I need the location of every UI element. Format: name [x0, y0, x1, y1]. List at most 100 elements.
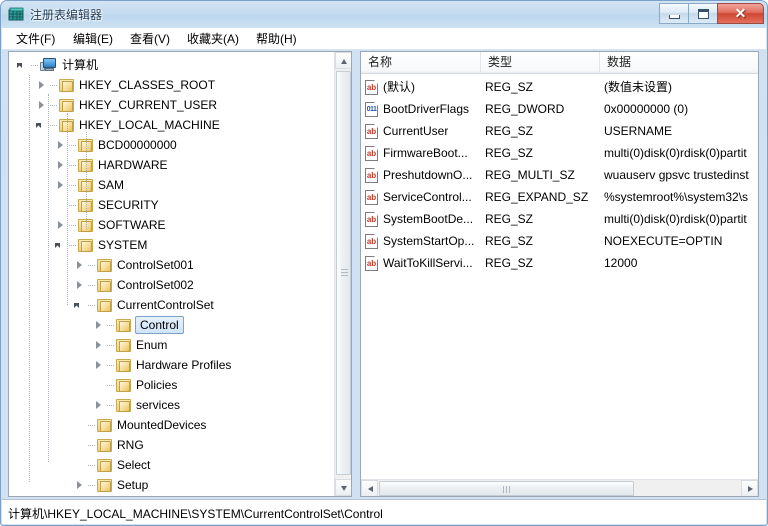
content-area: 计算机HKEY_CLASSES_ROOTHKEY_CURRENT_USERHKE… — [2, 50, 766, 499]
expand-arrow-icon[interactable] — [55, 180, 66, 191]
tree-item-controlset002[interactable]: ControlSet002 — [74, 275, 198, 295]
tree-item-label: SAM — [98, 175, 128, 195]
list-scroll-left-button[interactable] — [361, 480, 378, 497]
maximize-button[interactable] — [688, 3, 717, 24]
expand-arrow-icon[interactable] — [93, 340, 104, 351]
table-row[interactable]: abCurrentUserREG_SZUSERNAME — [361, 120, 758, 142]
table-row[interactable]: abPreshutdownO...REG_MULTI_SZwuauserv gp… — [361, 164, 758, 186]
table-row[interactable]: 011BootDriverFlagsREG_DWORD0x00000000 (0… — [361, 98, 758, 120]
tree-connector — [107, 325, 114, 326]
expand-arrow-icon[interactable] — [93, 320, 104, 331]
list-horizontal-scrollbar[interactable] — [361, 479, 758, 496]
list-header-row: 名称 类型 数据 — [361, 52, 758, 74]
tree-item-hardware[interactable]: HARDWARE — [55, 155, 172, 175]
tree-connector — [69, 185, 76, 186]
table-row[interactable]: abWaitToKillServi...REG_SZ12000 — [361, 252, 758, 274]
expand-arrow-icon[interactable] — [55, 220, 66, 231]
expand-arrow-icon[interactable] — [93, 400, 104, 411]
folder-icon — [97, 259, 112, 272]
expand-arrow-icon[interactable] — [55, 140, 66, 151]
computer-icon — [40, 58, 57, 72]
expand-arrow-icon[interactable] — [55, 160, 66, 171]
tree-item-label: ControlSet001 — [117, 255, 198, 275]
collapse-arrow-icon[interactable] — [36, 120, 47, 131]
tree-item-rng[interactable]: RNG — [74, 435, 148, 455]
table-row[interactable]: abFirmwareBoot...REG_SZmulti(0)disk(0)rd… — [361, 142, 758, 164]
folder-icon — [97, 299, 112, 312]
menu-item-help[interactable]: 帮助(H) — [250, 31, 303, 48]
close-button[interactable]: ✕ — [717, 3, 764, 24]
tree-item-label: services — [136, 395, 184, 415]
tree-item-services[interactable]: services — [93, 395, 184, 415]
menu-item-favorites[interactable]: 收藏夹(A) — [181, 31, 245, 48]
list-scroll-thumb[interactable] — [379, 481, 634, 496]
tree-scroll-up-button[interactable] — [335, 52, 352, 69]
column-header-name[interactable]: 名称 — [361, 52, 481, 73]
value-name-cell: ab(默认) — [365, 76, 483, 98]
expand-arrow-icon[interactable] — [74, 260, 85, 271]
table-row[interactable]: ab(默认)REG_SZ(数值未设置) — [361, 76, 758, 98]
tree-item-label: SECURITY — [98, 195, 163, 215]
expand-arrow-icon[interactable] — [93, 360, 104, 371]
menu-item-view[interactable]: 查看(V) — [124, 31, 176, 48]
value-type: REG_SZ — [485, 76, 533, 98]
tree-item-system[interactable]: SYSTEM — [55, 235, 151, 255]
tree-item-currentcontrolset[interactable]: CurrentControlSet — [74, 295, 218, 315]
collapse-arrow-icon[interactable] — [17, 60, 28, 71]
tree-item-label: Setup — [117, 475, 152, 495]
tree-scroll-thumb[interactable] — [336, 71, 351, 475]
expand-arrow-icon[interactable] — [74, 480, 85, 491]
tree-item-controlset001[interactable]: ControlSet001 — [74, 255, 198, 275]
tree-item-label: Enum — [136, 335, 171, 355]
tree-item-hardware-profiles[interactable]: Hardware Profiles — [93, 355, 235, 375]
tree-item-label: HKEY_CLASSES_ROOT — [79, 75, 219, 95]
tree-item-hkey-classes-root[interactable]: HKEY_CLASSES_ROOT — [36, 75, 219, 95]
tree-item-label: RNG — [117, 435, 148, 455]
collapse-arrow-icon[interactable] — [55, 240, 66, 251]
expand-arrow-icon[interactable] — [74, 280, 85, 291]
tree-item-mounteddevices[interactable]: MountedDevices — [74, 415, 210, 435]
regedit-icon — [8, 6, 25, 23]
tree-guide-line — [29, 75, 30, 482]
tree-item-enum[interactable]: Enum — [93, 335, 171, 355]
tree-connector — [50, 105, 57, 106]
tree-item-bcd00000000[interactable]: BCD00000000 — [55, 135, 181, 155]
expand-arrow-icon[interactable] — [36, 100, 47, 111]
expand-arrow-icon[interactable] — [36, 80, 47, 91]
registry-values-list[interactable]: ab(默认)REG_SZ(数值未设置)011BootDriverFlagsREG… — [361, 74, 758, 474]
tree-connector — [50, 125, 57, 126]
folder-icon — [97, 479, 112, 492]
tree-item-sam[interactable]: SAM — [55, 175, 128, 195]
value-type: REG_DWORD — [485, 98, 564, 120]
dword-value-icon: 011 — [365, 102, 379, 117]
list-scroll-right-button[interactable] — [741, 480, 758, 497]
value-data: multi(0)disk(0)rdisk(0)partit — [604, 208, 756, 230]
table-row[interactable]: abSystemStartOp...REG_SZ NOEXECUTE=OPTIN — [361, 230, 758, 252]
tree-connector — [69, 145, 76, 146]
tree-item-[interactable]: 计算机 — [17, 55, 102, 75]
folder-icon — [116, 379, 131, 392]
registry-values-pane[interactable]: 名称 类型 数据 ab(默认)REG_SZ(数值未设置)011BootDrive… — [360, 51, 759, 497]
tree-connector — [88, 425, 95, 426]
tree-item-setup[interactable]: Setup — [74, 475, 152, 495]
table-row[interactable]: abSystemBootDe...REG_SZmulti(0)disk(0)rd… — [361, 208, 758, 230]
minimize-button[interactable] — [659, 3, 688, 24]
menu-item-file[interactable]: 文件(F) — [10, 31, 61, 48]
tree-item-control[interactable]: Control — [93, 315, 184, 335]
registry-tree-pane[interactable]: 计算机HKEY_CLASSES_ROOTHKEY_CURRENT_USERHKE… — [8, 51, 352, 497]
menu-item-edit[interactable]: 编辑(E) — [67, 31, 119, 48]
tree-item-hkey-local-machine[interactable]: HKEY_LOCAL_MACHINE — [36, 115, 224, 135]
tree-vertical-scrollbar[interactable] — [334, 52, 351, 496]
tree-item-select[interactable]: Select — [74, 455, 154, 475]
column-header-type[interactable]: 类型 — [481, 52, 600, 73]
tree-item-hkey-current-user[interactable]: HKEY_CURRENT_USER — [36, 95, 221, 115]
tree-item-security[interactable]: SECURITY — [55, 195, 163, 215]
collapse-arrow-icon[interactable] — [74, 300, 85, 311]
table-row[interactable]: abServiceControl...REG_EXPAND_SZ%systemr… — [361, 186, 758, 208]
title-bar[interactable]: 注册表编辑器 ✕ — [1, 1, 767, 28]
tree-scroll-down-button[interactable] — [335, 479, 352, 496]
column-header-data[interactable]: 数据 — [600, 52, 758, 73]
tree-item-policies[interactable]: Policies — [93, 375, 181, 395]
registry-tree[interactable]: 计算机HKEY_CLASSES_ROOTHKEY_CURRENT_USERHKE… — [9, 52, 334, 496]
tree-item-software[interactable]: SOFTWARE — [55, 215, 170, 235]
